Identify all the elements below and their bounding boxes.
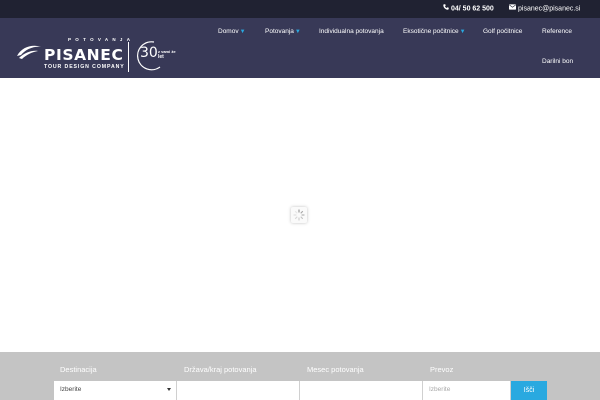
- nav-item-domov[interactable]: Domov▼: [218, 27, 246, 37]
- nav-item-eksoticne-pocitnice[interactable]: Eksotične počitnice▼: [403, 27, 466, 37]
- anniversary-number: 30: [140, 45, 158, 61]
- nav-label: Eksotične počitnice: [403, 28, 459, 35]
- email-address: pisanec@pisanec.si: [518, 5, 581, 13]
- email-contact[interactable]: pisanec@pisanec.si: [509, 0, 580, 18]
- destination-select[interactable]: Izberite: [54, 381, 177, 400]
- chevron-down-icon: ▼: [294, 29, 301, 35]
- nav-label: Reference: [542, 28, 572, 35]
- spinner-icon: [293, 209, 305, 221]
- phone-number: 04/ 50 62 500: [451, 5, 494, 13]
- loading-spinner: [291, 207, 307, 223]
- nav-item-individualna-potovanja[interactable]: Individualna potovanja: [319, 27, 384, 37]
- anniversary-unit: let: [158, 54, 164, 60]
- nav-item-reference[interactable]: Reference: [542, 27, 572, 37]
- phone-icon: [443, 0, 449, 17]
- nav-label: Darilni bon: [542, 58, 574, 65]
- chevron-down-icon: ▼: [459, 29, 466, 35]
- nav-label: Potovanja: [265, 28, 294, 35]
- logo-divider: [128, 42, 129, 72]
- swoosh-logo-icon: [17, 45, 41, 59]
- nav-label: Individualna potovanja: [319, 28, 384, 35]
- destination-select-value: Izberite: [60, 386, 82, 393]
- country-label: Država/kraj potovanja: [184, 365, 257, 374]
- dropdown-arrow-icon: [167, 388, 171, 391]
- nav-item-potovanja[interactable]: Potovanja▼: [265, 27, 301, 37]
- destination-label: Destinacija: [60, 365, 97, 374]
- trip-search-bar: Destinacija Država/kraj potovanja Mesec …: [0, 352, 600, 400]
- search-button[interactable]: Išči: [511, 381, 547, 400]
- site-logo[interactable]: POTOVANJA PISANEC TOUR DESIGN COMPANY 30…: [16, 37, 176, 79]
- nav-item-golf-pocitnice[interactable]: Golf počitnice: [483, 27, 522, 37]
- nav-item-darilni-bon[interactable]: Darilni bon: [542, 57, 573, 67]
- month-field[interactable]: [300, 381, 423, 400]
- envelope-icon: [509, 0, 516, 17]
- month-label: Mesec potovanja: [307, 365, 364, 374]
- transport-placeholder: Izberite: [429, 386, 451, 393]
- transport-label: Prevoz: [430, 365, 454, 374]
- country-field[interactable]: [177, 381, 300, 400]
- phone-contact[interactable]: 04/ 50 62 500: [443, 0, 494, 18]
- chevron-down-icon: ▼: [239, 29, 246, 35]
- nav-label: Domov: [218, 28, 239, 35]
- site-header: POTOVANJA PISANEC TOUR DESIGN COMPANY 30…: [0, 18, 600, 78]
- logo-subtitle: TOUR DESIGN COMPANY: [44, 64, 125, 70]
- top-contact-bar: 04/ 50 62 500 pisanec@pisanec.si: [0, 0, 600, 18]
- transport-field[interactable]: Izberite: [423, 381, 511, 400]
- nav-label: Golf počitnice: [483, 28, 523, 35]
- logo-brand-name: PISANEC: [44, 46, 124, 64]
- logo-top-word: POTOVANJA: [68, 37, 135, 42]
